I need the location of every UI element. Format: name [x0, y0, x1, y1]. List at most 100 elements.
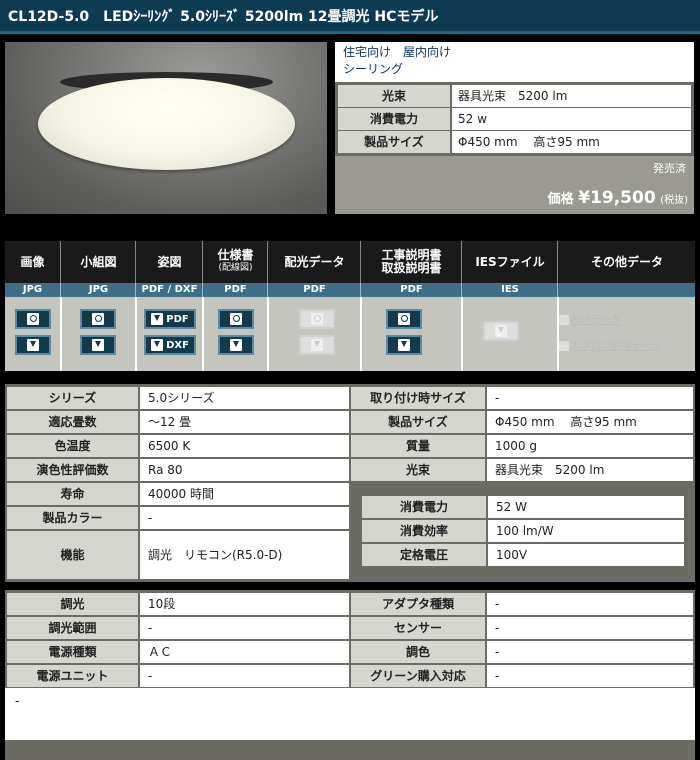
col-header-manual: 工事説明書 取扱説明書 — [362, 241, 462, 283]
download-header: 画像 小組図 姿図 仕様書 (配線図) 配光データ 工事説明書 取扱説明書 IES… — [5, 241, 695, 283]
summary-row: 消費電力 52 w — [338, 108, 691, 130]
spec-key: 製品カラー — [7, 507, 138, 529]
spec-value: - — [487, 617, 693, 639]
power-key: 定格電圧 — [362, 544, 486, 566]
download-icon — [230, 339, 242, 351]
spec-value: - — [487, 387, 693, 409]
spec-value: 5.0シリーズ — [140, 387, 349, 409]
col-other: POPデータ カタログ使用データ — [559, 297, 695, 371]
pop-data-link[interactable]: POPデータ — [559, 311, 621, 326]
spec-table-2: 調光 10段 調光範囲 - 電源種類 ＡＣ 電源ユニット - アダプタ種類 - … — [5, 590, 695, 760]
col-header-spec: 仕様書 (配線図) — [204, 241, 268, 283]
col-header-assembly: 小組図 — [62, 241, 136, 283]
price-box: 価格 ¥19,500 (税抜) — [335, 184, 694, 214]
spec-key: 機能 — [7, 531, 138, 579]
format-label: JPG — [5, 283, 61, 297]
power-value: 100 lm/W — [488, 520, 684, 542]
spec-key: アダプタ種類 — [351, 593, 485, 615]
manual-download-button[interactable] — [386, 335, 422, 355]
spec-key: 調光範囲 — [7, 617, 138, 639]
magnifier-icon — [398, 313, 410, 325]
assembly-view-button[interactable] — [80, 309, 116, 329]
summary-key: 光束 — [338, 85, 450, 107]
spec-key: 製品サイズ — [351, 411, 485, 433]
magnifier-icon — [92, 313, 104, 325]
spec-value: 6500 K — [140, 435, 349, 457]
download-icon — [151, 339, 164, 351]
usage-tag: 住宅向け 屋内向け — [343, 45, 452, 59]
power-value: 100V — [488, 544, 684, 566]
download-icon — [27, 339, 39, 351]
magnifier-icon — [230, 313, 242, 325]
product-summary: 住宅向け 屋内向け シーリング 光束 器具光束 5200 lm 消費電力 52 … — [335, 42, 694, 214]
col-image — [5, 297, 62, 371]
download-icon — [311, 339, 323, 351]
outline-pdf-button[interactable]: PDF — [144, 309, 196, 329]
format-label: PDF — [362, 283, 462, 297]
spec-key: 色温度 — [7, 435, 138, 457]
category-tags: 住宅向け 屋内向け シーリング — [335, 42, 694, 82]
type-tag: シーリング — [343, 62, 404, 76]
col-header-light-dist: 配光データ — [269, 241, 361, 283]
col-header-outline: 姿図 — [137, 241, 203, 283]
outline-dxf-button[interactable]: DXF — [144, 335, 196, 355]
spec-key: 寿命 — [7, 483, 138, 505]
col-manual — [362, 297, 463, 371]
col-header-image: 画像 — [5, 241, 61, 283]
spec-key: 光束 — [351, 459, 485, 481]
spec-value: ＡＣ — [140, 641, 349, 663]
spec-value: Φ450 mm 高さ95 mm — [487, 411, 693, 433]
spec-key: 電源ユニット — [7, 665, 138, 687]
col-light-dist — [269, 297, 362, 371]
col-outline: PDF DXF — [137, 297, 204, 371]
summary-value: 52 w — [452, 108, 691, 130]
product-title: CL12D-5.0 LEDｼｰﾘﾝｸﾞ 5.0ｼﾘｰｽﾞ 5200lm 12畳調… — [0, 0, 700, 34]
spec-value: - — [140, 617, 349, 639]
spec-value: Ra 80 — [140, 459, 349, 481]
download-grid: 画像 小組図 姿図 仕様書 (配線図) 配光データ 工事説明書 取扱説明書 IES… — [5, 241, 695, 371]
spec-key: シリーズ — [7, 387, 138, 409]
catalog-data-link[interactable]: カタログ使用データ — [559, 337, 661, 352]
spec-key: 質量 — [351, 435, 485, 457]
spec-key: 調色 — [351, 641, 485, 663]
format-label — [559, 283, 695, 297]
spec-download-button[interactable] — [218, 335, 254, 355]
summary-key: 製品サイズ — [338, 131, 450, 153]
spec-value: 10段 — [140, 593, 349, 615]
spec-value: 調光 リモコン(R5.0-D) — [140, 531, 349, 579]
summary-value: Φ450 mm 高さ95 mm — [452, 131, 691, 153]
summary-value: 器具光束 5200 lm — [452, 85, 691, 107]
image-view-button[interactable] — [15, 309, 51, 329]
spec-key: 取り付け時サイズ — [351, 387, 485, 409]
image-download-button[interactable] — [15, 335, 51, 355]
spec-key: 電源種類 — [7, 641, 138, 663]
spec-view-button[interactable] — [218, 309, 254, 329]
ceiling-light-image — [38, 78, 295, 170]
light-dist-download-button — [299, 335, 335, 355]
assembly-download-button[interactable] — [80, 335, 116, 355]
manual-view-button[interactable] — [386, 309, 422, 329]
spec-value: - — [487, 641, 693, 663]
download-icon — [559, 315, 569, 325]
power-key: 消費効率 — [362, 520, 486, 542]
summary-row: 光束 器具光束 5200 lm — [338, 85, 691, 107]
spec-key: グリーン購入対応 — [351, 665, 485, 687]
col-header-other: その他データ — [590, 254, 663, 269]
download-icon — [495, 325, 507, 337]
col-assembly — [62, 297, 137, 371]
notes-box: - — [5, 688, 695, 740]
format-row: JPG JPG PDF / DXF PDF PDF PDF IES — [5, 283, 695, 297]
spec-key: 演色性評価数 — [7, 459, 138, 481]
tax-note: (税抜) — [660, 195, 688, 206]
spec-table: シリーズ 5.0シリーズ 適応畳数 ～12 畳 色温度 6500 K 演色性評価… — [5, 384, 695, 582]
power-value: 52 W — [488, 496, 684, 518]
download-icon — [151, 313, 164, 325]
spec-value: 40000 時間 — [140, 483, 349, 505]
format-label: JPG — [62, 283, 136, 297]
download-icon — [559, 341, 569, 351]
spec-key: 適応畳数 — [7, 411, 138, 433]
spec-value: 器具光束 5200 lm — [487, 459, 693, 481]
download-buttons: PDF DXF POPデータ カタログ使用データ — [5, 297, 695, 371]
spec-value: - — [487, 593, 693, 615]
price-label: 価格 — [547, 192, 574, 207]
